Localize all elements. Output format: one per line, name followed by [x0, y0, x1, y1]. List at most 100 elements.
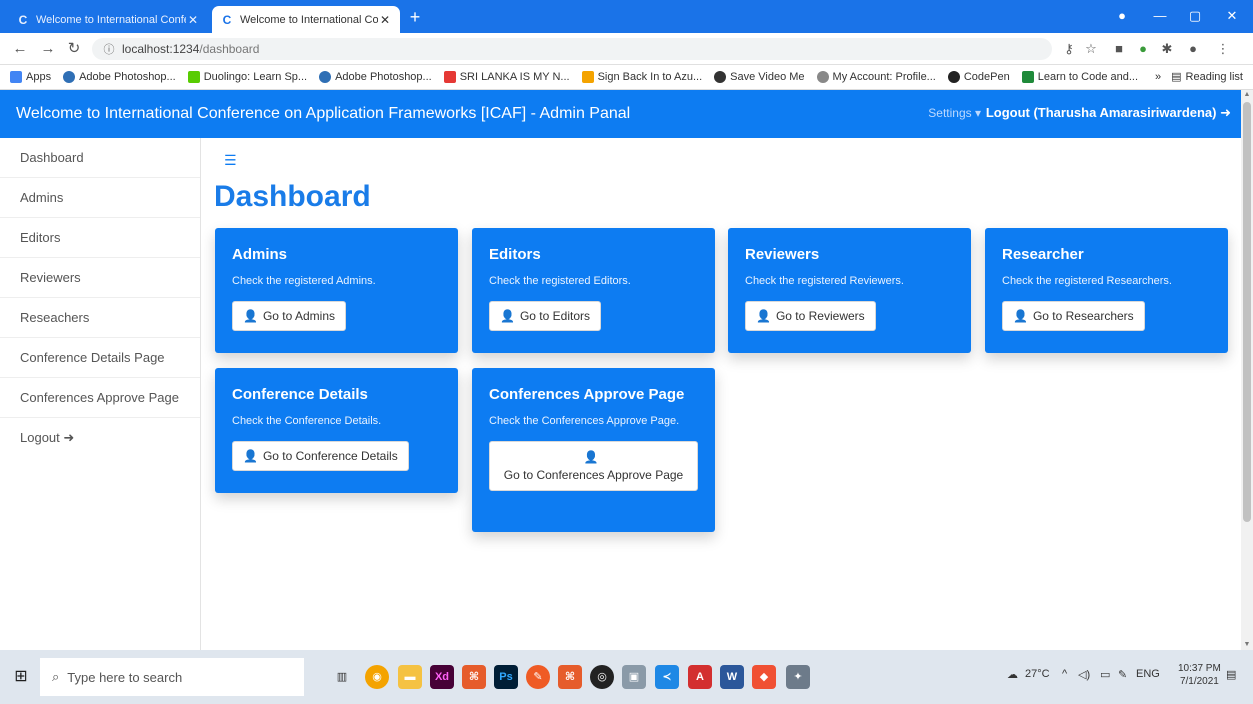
- key-icon[interactable]: ⚷: [1060, 40, 1078, 58]
- go-to-editors-button[interactable]: 👤 Go to Editors: [489, 301, 601, 331]
- sidebar-toggle-icon[interactable]: ☰: [224, 152, 237, 169]
- sidebar-item-reviewers[interactable]: Reviewers: [0, 258, 200, 298]
- card-title: Editors: [489, 246, 541, 263]
- weather-temp[interactable]: 27°C: [1025, 668, 1050, 680]
- volume-icon[interactable]: ◁): [1078, 668, 1090, 681]
- card-title: Conferences Approve Page: [489, 386, 685, 403]
- account-icon[interactable]: ●: [1184, 40, 1202, 58]
- info-icon[interactable]: ⓘ: [102, 41, 116, 57]
- menu-icon[interactable]: ⋮: [1214, 40, 1232, 58]
- reload-icon[interactable]: ↻: [64, 39, 84, 59]
- logout-link[interactable]: Logout (Tharusha Amarasiriwardena) ➜: [986, 105, 1231, 121]
- windows-start-icon[interactable]: ⊞: [10, 666, 32, 688]
- pen-icon[interactable]: ✎: [1118, 668, 1127, 681]
- adobe-xd-icon[interactable]: Xd: [430, 665, 454, 689]
- new-tab-button[interactable]: +: [405, 8, 425, 28]
- taskbar-search-input[interactable]: ⌕ Type here to search: [40, 658, 304, 696]
- vscode-icon[interactable]: ≺: [655, 665, 679, 689]
- battery-icon[interactable]: ▭: [1100, 668, 1110, 681]
- chrome-icon[interactable]: ◉: [365, 665, 389, 689]
- notification-icon[interactable]: ▤: [1226, 668, 1236, 681]
- scroll-up-icon[interactable]: ▲: [1241, 90, 1253, 100]
- user-icon: 👤: [500, 309, 515, 323]
- duolingo-icon: [187, 71, 200, 83]
- profile-icon[interactable]: ●: [1112, 6, 1132, 26]
- tray-chevron-icon[interactable]: ^: [1062, 668, 1067, 680]
- more-bookmarks-icon[interactable]: »: [1155, 71, 1161, 83]
- go-to-admins-button[interactable]: 👤 Go to Admins: [232, 301, 346, 331]
- extension-icon[interactable]: ■: [1110, 40, 1128, 58]
- card-text: Check the registered Reviewers.: [745, 275, 904, 287]
- sidebar-item-logout[interactable]: Logout ➜: [0, 418, 200, 458]
- card-conference-details: Conference Details Check the Conference …: [215, 368, 458, 493]
- photoshop-icon: [319, 71, 332, 83]
- sidebar: Dashboard Admins Editors Reviewers Resea…: [0, 138, 201, 650]
- extension-icon[interactable]: ●: [1134, 40, 1152, 58]
- card-title: Researcher: [1002, 246, 1084, 263]
- back-icon[interactable]: ←: [10, 39, 30, 59]
- maximize-icon[interactable]: ▢: [1185, 6, 1205, 26]
- go-to-researchers-button[interactable]: 👤 Go to Researchers: [1002, 301, 1145, 331]
- page-scrollbar[interactable]: ▲ ▼: [1241, 90, 1253, 650]
- card-text: Check the registered Researchers.: [1002, 275, 1172, 287]
- browser-tab-strip: C Welcome to International Confe ✕ C Wel…: [0, 0, 1253, 33]
- go-to-conferences-approve-button[interactable]: 👤 Go to Conferences Approve Page: [489, 441, 698, 491]
- close-icon[interactable]: ✕: [378, 13, 392, 27]
- bookmark-item[interactable]: CodePen: [947, 71, 1010, 83]
- clock[interactable]: 10:37 PM 7/1/2021: [1178, 662, 1221, 688]
- git-icon[interactable]: ◆: [752, 665, 776, 689]
- bookmark-item[interactable]: Adobe Photoshop...: [319, 71, 432, 83]
- word-icon[interactable]: W: [720, 665, 744, 689]
- card-text: Check the Conferences Approve Page.: [489, 415, 680, 427]
- browser-tab-1[interactable]: C Welcome to International Confe ✕: [8, 6, 208, 33]
- sidebar-item-conferences-approve[interactable]: Conferences Approve Page: [0, 378, 200, 418]
- sidebar-item-conference-details[interactable]: Conference Details Page: [0, 338, 200, 378]
- windows-taskbar: ⊞ ⌕ Type here to search ▥ ◉ ▬ Xd ⌘ Ps ✎ …: [0, 650, 1253, 704]
- close-icon[interactable]: ✕: [186, 13, 200, 27]
- search-placeholder: Type here to search: [67, 669, 183, 685]
- bookmark-item[interactable]: My Account: Profile...: [816, 71, 936, 83]
- language-indicator[interactable]: ENG: [1136, 668, 1160, 680]
- tab-title: Welcome to International Confe: [240, 13, 378, 26]
- settings-dropdown[interactable]: Settings ▾: [928, 106, 981, 120]
- clock-time: 10:37 PM: [1178, 663, 1221, 674]
- sidebar-item-dashboard[interactable]: Dashboard: [0, 138, 200, 178]
- address-bar-row: ← → ↻ ⓘ localhost:1234/dashboard ⚷ ☆ ■ ●…: [0, 33, 1253, 65]
- reading-list-button[interactable]: » ▤ Reading list: [1155, 70, 1243, 84]
- bookmark-item[interactable]: Duolingo: Learn Sp...: [187, 71, 307, 83]
- bookmark-item[interactable]: Save Video Me: [714, 71, 805, 83]
- weather-icon[interactable]: ☁: [1007, 668, 1018, 681]
- app-icon[interactable]: ▣: [622, 665, 646, 689]
- sidebar-item-editors[interactable]: Editors: [0, 218, 200, 258]
- bookmark-item[interactable]: Sign Back In to Azu...: [581, 71, 702, 83]
- app-icon[interactable]: ✦: [786, 665, 810, 689]
- minimize-icon[interactable]: —: [1150, 6, 1170, 26]
- bookmark-item[interactable]: SRI LANKA IS MY N...: [443, 71, 570, 83]
- go-to-reviewers-button[interactable]: 👤 Go to Reviewers: [745, 301, 876, 331]
- user-icon: 👤: [243, 309, 258, 323]
- postman-icon[interactable]: ⌘: [462, 665, 486, 689]
- bookmark-apps[interactable]: Apps: [10, 71, 51, 83]
- window-close-icon[interactable]: ✕: [1222, 6, 1242, 26]
- card-reviewers: Reviewers Check the registered Reviewers…: [728, 228, 971, 353]
- photoshop-icon[interactable]: Ps: [494, 665, 518, 689]
- postman-orange-icon[interactable]: ✎: [526, 665, 550, 689]
- star-icon[interactable]: ☆: [1082, 40, 1100, 58]
- sidebar-item-admins[interactable]: Admins: [0, 178, 200, 218]
- app-icon[interactable]: ⌘: [558, 665, 582, 689]
- main-content: ☰ Dashboard Admins Check the registered …: [202, 138, 1241, 650]
- browser-tab-2[interactable]: C Welcome to International Confe ✕: [212, 6, 400, 33]
- bookmark-item[interactable]: Learn to Code and...: [1021, 71, 1138, 83]
- bookmark-item[interactable]: Adobe Photoshop...: [63, 71, 176, 83]
- forward-icon[interactable]: →: [38, 39, 58, 59]
- obs-icon[interactable]: ◎: [590, 665, 614, 689]
- task-view-icon[interactable]: ▥: [330, 665, 354, 689]
- acrobat-icon[interactable]: A: [688, 665, 712, 689]
- url-input[interactable]: ⓘ localhost:1234/dashboard: [92, 38, 1052, 60]
- scroll-thumb[interactable]: [1243, 102, 1251, 522]
- puzzle-icon[interactable]: ✱: [1158, 40, 1176, 58]
- scroll-down-icon[interactable]: ▼: [1241, 640, 1253, 650]
- file-explorer-icon[interactable]: ▬: [398, 665, 422, 689]
- sidebar-item-researchers[interactable]: Reseachers: [0, 298, 200, 338]
- go-to-conference-details-button[interactable]: 👤 Go to Conference Details: [232, 441, 409, 471]
